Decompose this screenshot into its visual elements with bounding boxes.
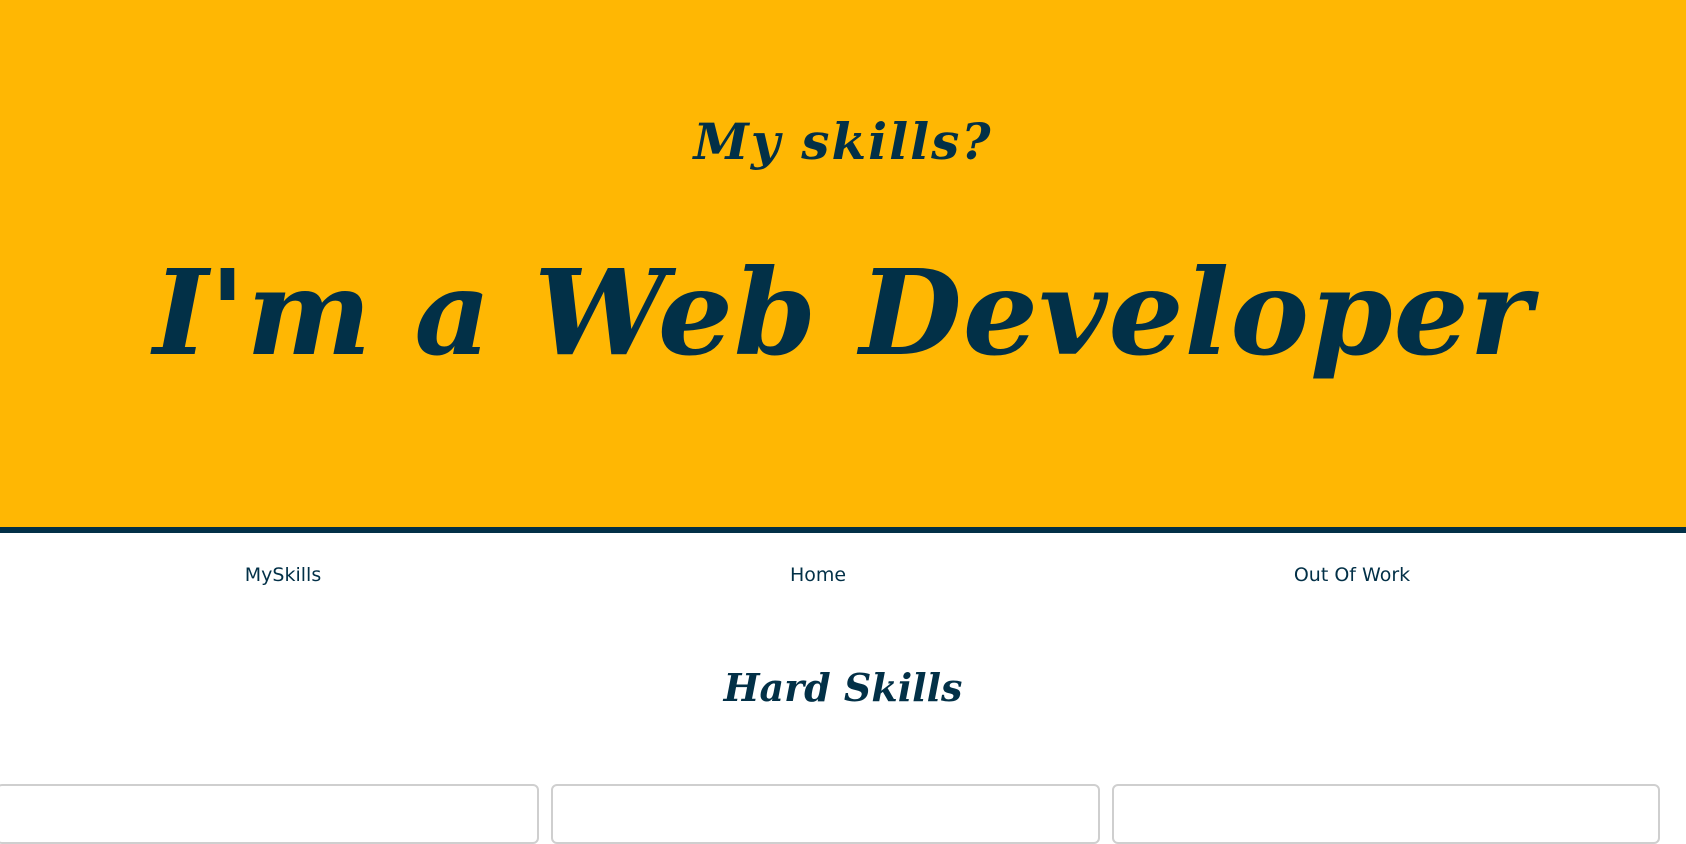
hero-title: I'm a Web Developer [153,243,1533,382]
skill-card [551,784,1100,844]
section-title-hard-skills: Hard Skills [723,665,963,710]
hero-banner: My skills? I'm a Web Developer [0,0,1686,533]
skill-card [1112,784,1660,844]
main-nav: MySkills Home Out Of Work [0,539,1686,613]
nav-item-home[interactable]: Home [790,564,846,586]
hero-subtitle: My skills? [693,112,993,171]
nav-item-myskills[interactable]: MySkills [245,564,321,586]
nav-item-out-of-work[interactable]: Out Of Work [1294,564,1410,586]
skill-card [0,784,539,844]
